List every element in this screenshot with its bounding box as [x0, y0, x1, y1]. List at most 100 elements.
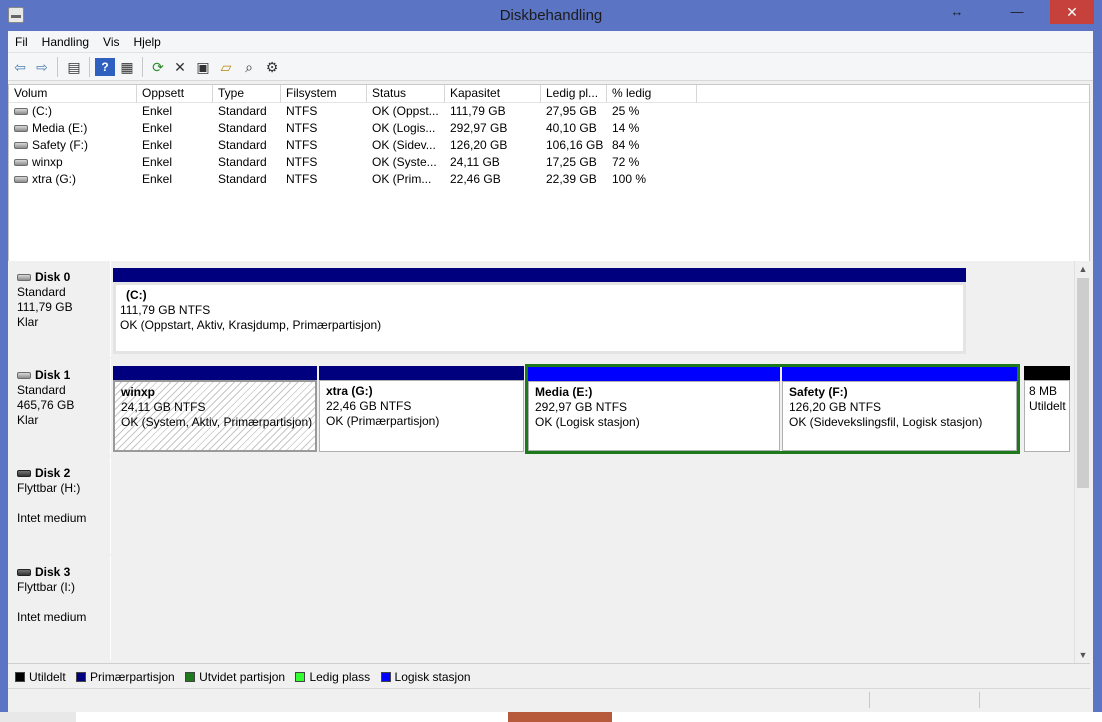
column-header-filesystem[interactable]: Filsystem [281, 85, 367, 103]
close-button[interactable]: ✕ [1050, 0, 1094, 24]
primary-partition-bar [113, 268, 966, 282]
disk-row-0: Disk 0 Standard 111,79 GB Klar (C:) 111,… [8, 261, 1074, 357]
disk-label[interactable]: Disk 3 Flyttbar (I:) Intet medium [8, 556, 111, 660]
primary-partition-bar [319, 366, 524, 380]
drive-icon [14, 159, 28, 166]
logical-drive-bar [528, 367, 780, 381]
legend: Utildelt Primærpartisjon Utvidet partisj… [8, 663, 1090, 687]
menu-help[interactable]: Hjelp [127, 31, 168, 50]
column-header-volume[interactable]: Volum [9, 85, 137, 103]
open-folder-icon[interactable]: ▱ [216, 58, 236, 76]
properties-icon[interactable]: ▣ [193, 58, 213, 76]
disk-state: Intet medium [17, 511, 87, 525]
volume-name: (C:) [32, 104, 52, 118]
disk-label[interactable]: Disk 1 Standard 465,76 GB Klar [8, 359, 111, 455]
settings-icon[interactable]: ⚙ [262, 58, 282, 76]
column-header-status[interactable]: Status [367, 85, 445, 103]
column-header-percent-free[interactable]: % ledig [607, 85, 697, 103]
legend-swatch [15, 672, 25, 682]
unallocated-bar [1024, 366, 1070, 380]
minimize-button[interactable]: — [1000, 0, 1034, 26]
status-segment [980, 692, 1090, 708]
partition-size: 8 MB [1029, 384, 1058, 398]
partition-xtra[interactable]: xtra (G:) 22,46 GB NTFS OK (Primærpartis… [319, 366, 524, 452]
volume-percent-free: 72 % [612, 155, 640, 169]
explore-icon[interactable]: ⌕ [239, 58, 259, 76]
partition-safety[interactable]: Safety (F:) 126,20 GB NTFS OK (Sideveksl… [782, 367, 1017, 451]
partition-media[interactable]: Media (E:) 292,97 GB NTFS OK (Logisk sta… [528, 367, 780, 451]
disk-state: Klar [17, 413, 39, 427]
removable-disk-icon [17, 569, 31, 576]
back-arrow-icon[interactable]: ⇦ [10, 58, 30, 76]
partition-status: OK (System, Aktiv, Primærpartisjon) [121, 415, 313, 429]
disk-state: Intet medium [17, 610, 87, 624]
volume-layout: Enkel [142, 138, 173, 152]
title-bar[interactable]: Diskbehandling ↔ — ✕ [0, 0, 1102, 32]
legend-item: Utildelt [15, 670, 66, 684]
help-icon[interactable]: ? [95, 58, 115, 76]
menu-file[interactable]: Fil [8, 31, 35, 50]
volume-free-space: 40,10 GB [546, 121, 597, 135]
volume-list[interactable]: Volum Oppsett Type Filsystem Status Kapa… [8, 84, 1090, 284]
logical-drive-bar [782, 367, 1017, 381]
table-row[interactable]: Safety (F:) Enkel Standard NTFS OK (Side… [9, 137, 709, 154]
window-title: Diskbehandling [499, 7, 603, 24]
table-row[interactable]: winxp Enkel Standard NTFS OK (Syste... 2… [9, 154, 709, 171]
toolbar: ⇦ ⇨ ▤ ? ▦ ⟳ ✕ ▣ ▱ ⌕ ⚙ [8, 53, 1093, 81]
volume-name: xtra (G:) [32, 172, 76, 186]
vertical-scrollbar[interactable]: ▲ ▼ [1074, 261, 1090, 663]
disk-map: Disk 0 Standard 111,79 GB Klar (C:) 111,… [8, 261, 1074, 661]
delete-icon[interactable]: ✕ [170, 58, 190, 76]
column-header-type[interactable]: Type [213, 85, 281, 103]
volume-free-space: 106,16 GB [546, 138, 604, 152]
volume-free-space: 27,95 GB [546, 104, 597, 118]
disk-size [17, 595, 110, 610]
legend-label: Logisk stasjon [394, 670, 471, 684]
column-header-layout[interactable]: Oppsett [137, 85, 213, 103]
volume-status: OK (Oppst... [372, 104, 439, 118]
disk-name: Disk 1 [35, 368, 71, 382]
console-tree-icon[interactable]: ▤ [64, 58, 84, 76]
table-row[interactable]: xtra (G:) Enkel Standard NTFS OK (Prim..… [9, 171, 709, 188]
volume-name: winxp [32, 155, 63, 169]
legend-item: Utvidet partisjon [185, 670, 285, 684]
volume-capacity: 111,79 GB [450, 104, 506, 118]
disk-label[interactable]: Disk 0 Standard 111,79 GB Klar [8, 261, 111, 357]
resize-icon[interactable]: ↔ [940, 0, 974, 26]
menu-view[interactable]: Vis [96, 31, 126, 50]
desktop-image-fragment [508, 712, 612, 722]
legend-swatch [295, 672, 306, 682]
drive-icon [14, 176, 28, 183]
primary-partition-bar [113, 366, 317, 380]
partition-size: 24,11 GB NTFS [121, 400, 206, 414]
table-row[interactable]: Media (E:) Enkel Standard NTFS OK (Logis… [9, 120, 709, 137]
properties-pane-icon[interactable]: ▦ [117, 58, 137, 76]
scroll-up-icon[interactable]: ▲ [1075, 261, 1091, 277]
volume-free-space: 17,25 GB [546, 155, 597, 169]
partition-unallocated[interactable]: 8 MB Utildelt [1024, 366, 1070, 452]
removable-disk-icon [17, 470, 31, 477]
toolbar-separator [57, 57, 58, 77]
partition-status: OK (Sidevekslingsfil, Logisk stasjon) [789, 415, 983, 429]
scroll-down-icon[interactable]: ▼ [1075, 647, 1091, 663]
forward-arrow-icon[interactable]: ⇨ [32, 58, 52, 76]
partition-c[interactable]: (C:) 111,79 GB NTFS OK (Oppstart, Aktiv,… [113, 268, 966, 354]
volume-type: Standard [218, 155, 267, 169]
table-row[interactable]: (C:) Enkel Standard NTFS OK (Oppst... 11… [9, 103, 709, 120]
disk-state: Klar [17, 315, 39, 329]
column-header-capacity[interactable]: Kapasitet [445, 85, 541, 103]
disk-icon [17, 274, 31, 281]
scroll-thumb[interactable] [1077, 278, 1089, 488]
volume-filesystem: NTFS [286, 104, 318, 118]
disk-label[interactable]: Disk 2 Flyttbar (H:) Intet medium [8, 457, 111, 553]
extended-partition[interactable]: Media (E:) 292,97 GB NTFS OK (Logisk sta… [525, 364, 1020, 454]
menu-action[interactable]: Handling [35, 31, 96, 50]
column-header-free-space[interactable]: Ledig pl... [541, 85, 607, 103]
volume-capacity: 126,20 GB [450, 138, 508, 152]
status-bar [8, 688, 1090, 710]
partition-winxp[interactable]: winxp 24,11 GB NTFS OK (System, Aktiv, P… [113, 366, 317, 452]
volume-name: Media (E:) [32, 121, 88, 135]
legend-label: Ledig plass [309, 670, 371, 684]
legend-item: Logisk stasjon [380, 670, 471, 684]
refresh-icon[interactable]: ⟳ [148, 58, 168, 76]
